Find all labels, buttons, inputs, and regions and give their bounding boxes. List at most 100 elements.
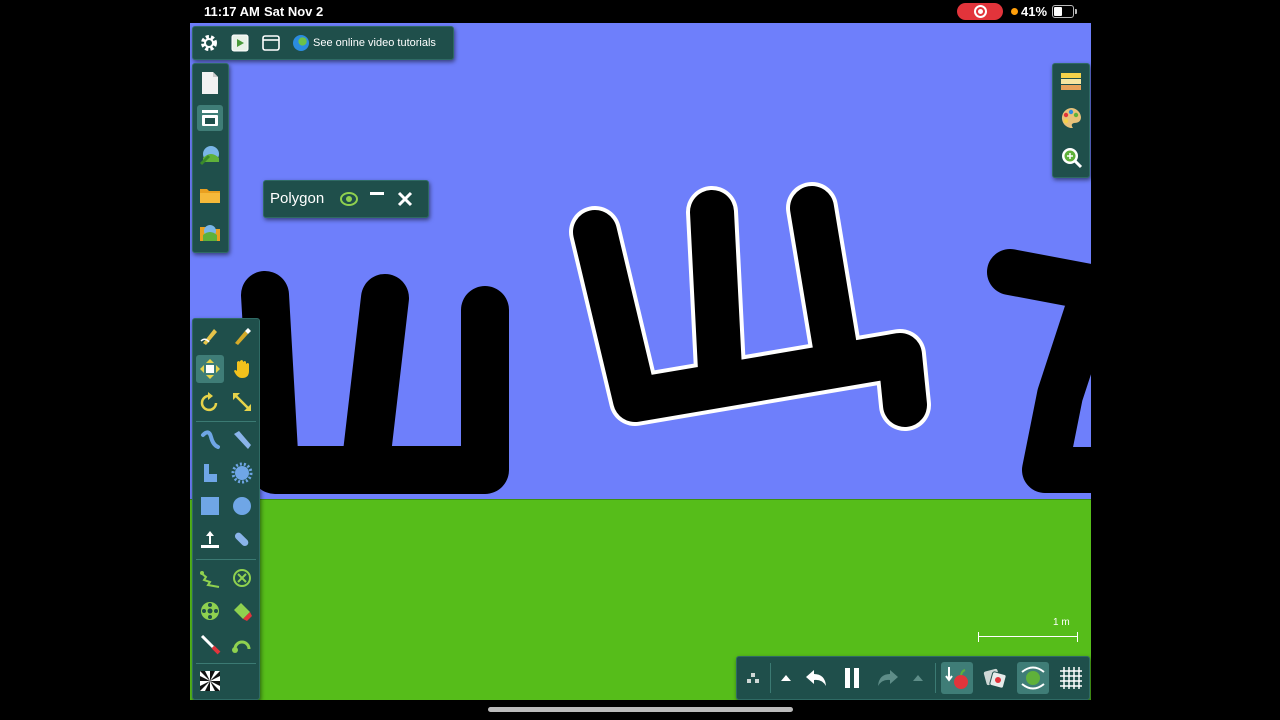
redo-icon [878, 670, 898, 686]
close-icon [397, 191, 413, 207]
polygon-close-button[interactable] [394, 188, 416, 210]
gear-shape-tool-button[interactable] [228, 459, 256, 487]
gravity-toggle-button[interactable] [941, 662, 973, 694]
palette-icon [1061, 107, 1081, 129]
laser-icon [200, 634, 221, 655]
mic-indicator-icon [1011, 8, 1018, 15]
circle-icon [233, 497, 251, 515]
zoom-icon [1062, 148, 1083, 169]
spring-tool-button[interactable] [196, 426, 224, 454]
spring-icon [201, 430, 220, 449]
hinge-tool-button[interactable] [228, 630, 256, 658]
open-scene-button[interactable] [197, 142, 223, 168]
polygon-icon [204, 464, 217, 482]
polygon-body [241, 271, 509, 494]
wheel-tool-button[interactable] [196, 597, 224, 625]
arrow-up-icon [913, 675, 923, 681]
play-scene-button[interactable] [228, 31, 252, 55]
texture-icon [200, 671, 220, 691]
drag-icon [234, 360, 249, 378]
scale-bar [978, 632, 1078, 642]
right-panel [1052, 63, 1090, 178]
scene-canvas[interactable] [190, 23, 1091, 700]
laser-tool-button[interactable] [196, 630, 224, 658]
pause-icon [845, 668, 859, 688]
collision-toggle-button[interactable] [979, 662, 1011, 694]
drag-tool-button[interactable] [228, 355, 256, 383]
layers-icon [1061, 73, 1081, 90]
layers-button[interactable] [1057, 68, 1085, 96]
import-button[interactable] [197, 219, 223, 245]
scale-icon [233, 393, 251, 411]
scale-label: 1 m [1053, 617, 1070, 628]
polygon-minimize-button[interactable] [366, 184, 388, 206]
rotate-tool-button[interactable] [196, 388, 224, 416]
collision-icon [983, 668, 1007, 689]
grid-dots-button[interactable] [740, 665, 766, 691]
grid-toggle-button[interactable] [1055, 662, 1087, 694]
circle-tool-button[interactable] [228, 492, 256, 520]
grid-icon [1060, 667, 1082, 689]
file-panel [192, 63, 229, 253]
follow-camera-button[interactable] [1017, 662, 1049, 694]
brush-tool-button[interactable] [228, 322, 256, 350]
box-icon [201, 497, 219, 515]
polygon-window[interactable]: Polygon [263, 180, 429, 218]
knife-tool-button[interactable] [228, 426, 256, 454]
polygon-visibility-button[interactable] [338, 188, 360, 210]
open-scene-icon [199, 146, 219, 166]
window-icon [262, 35, 280, 51]
home-indicator[interactable] [488, 707, 793, 712]
sketch-tool-button[interactable] [196, 322, 224, 350]
scene-drawing [241, 182, 1091, 494]
status-date: Sat Nov 2 [264, 4, 324, 19]
box-tool-button[interactable] [196, 492, 224, 520]
video-tutorials-label: See online video tutorials [313, 37, 436, 49]
redo-history-button[interactable] [907, 665, 929, 691]
tracer-tool-button[interactable] [228, 597, 256, 625]
palette-button[interactable] [1057, 104, 1085, 132]
pause-button[interactable] [837, 663, 867, 693]
polygon-body [987, 249, 1091, 493]
eye-icon [340, 192, 358, 206]
chain-tool-button[interactable] [228, 525, 256, 553]
folder-button[interactable] [197, 182, 223, 208]
globe-icon [293, 35, 309, 51]
polygon-window-title: Polygon [270, 190, 325, 207]
move-icon [200, 359, 220, 379]
hinge-icon [232, 640, 251, 653]
battery-icon [1052, 5, 1077, 18]
plane-tool-button[interactable] [196, 525, 224, 553]
new-scene-button[interactable] [197, 70, 223, 96]
battery-percent: 41% [1021, 4, 1048, 19]
arrow-up-icon [781, 675, 791, 681]
scale-tool-button[interactable] [228, 388, 256, 416]
screen-recording-icon[interactable] [957, 3, 1003, 20]
tools-divider [196, 559, 256, 560]
save-icon [202, 110, 218, 126]
folder-icon [200, 189, 220, 203]
zigzag-tool-button[interactable] [196, 564, 224, 592]
status-bar: 11:17 AM Sat Nov 2 41% [0, 0, 1280, 24]
move-tool-button[interactable] [196, 355, 224, 383]
settings-button[interactable] [197, 31, 221, 55]
zoom-button[interactable] [1057, 143, 1085, 171]
toolbar-divider [770, 663, 771, 693]
texture-tool-button[interactable] [196, 667, 224, 695]
polygon-tool-button[interactable] [196, 459, 224, 487]
simulation-toolbar [736, 656, 1090, 700]
toolbar-divider [935, 663, 936, 693]
fixate-tool-button[interactable] [228, 564, 256, 592]
undo-button[interactable] [801, 663, 831, 693]
video-tutorials-link[interactable]: See online video tutorials [293, 33, 436, 53]
undo-icon [806, 670, 826, 686]
tracer-icon [234, 603, 252, 621]
undo-history-button[interactable] [775, 665, 797, 691]
tools-panel [192, 318, 260, 700]
save-scene-button[interactable] [197, 105, 223, 131]
plane-icon [201, 531, 219, 548]
import-icon [200, 225, 220, 241]
tools-divider [196, 663, 256, 664]
window-button[interactable] [259, 31, 283, 55]
redo-button[interactable] [873, 663, 903, 693]
